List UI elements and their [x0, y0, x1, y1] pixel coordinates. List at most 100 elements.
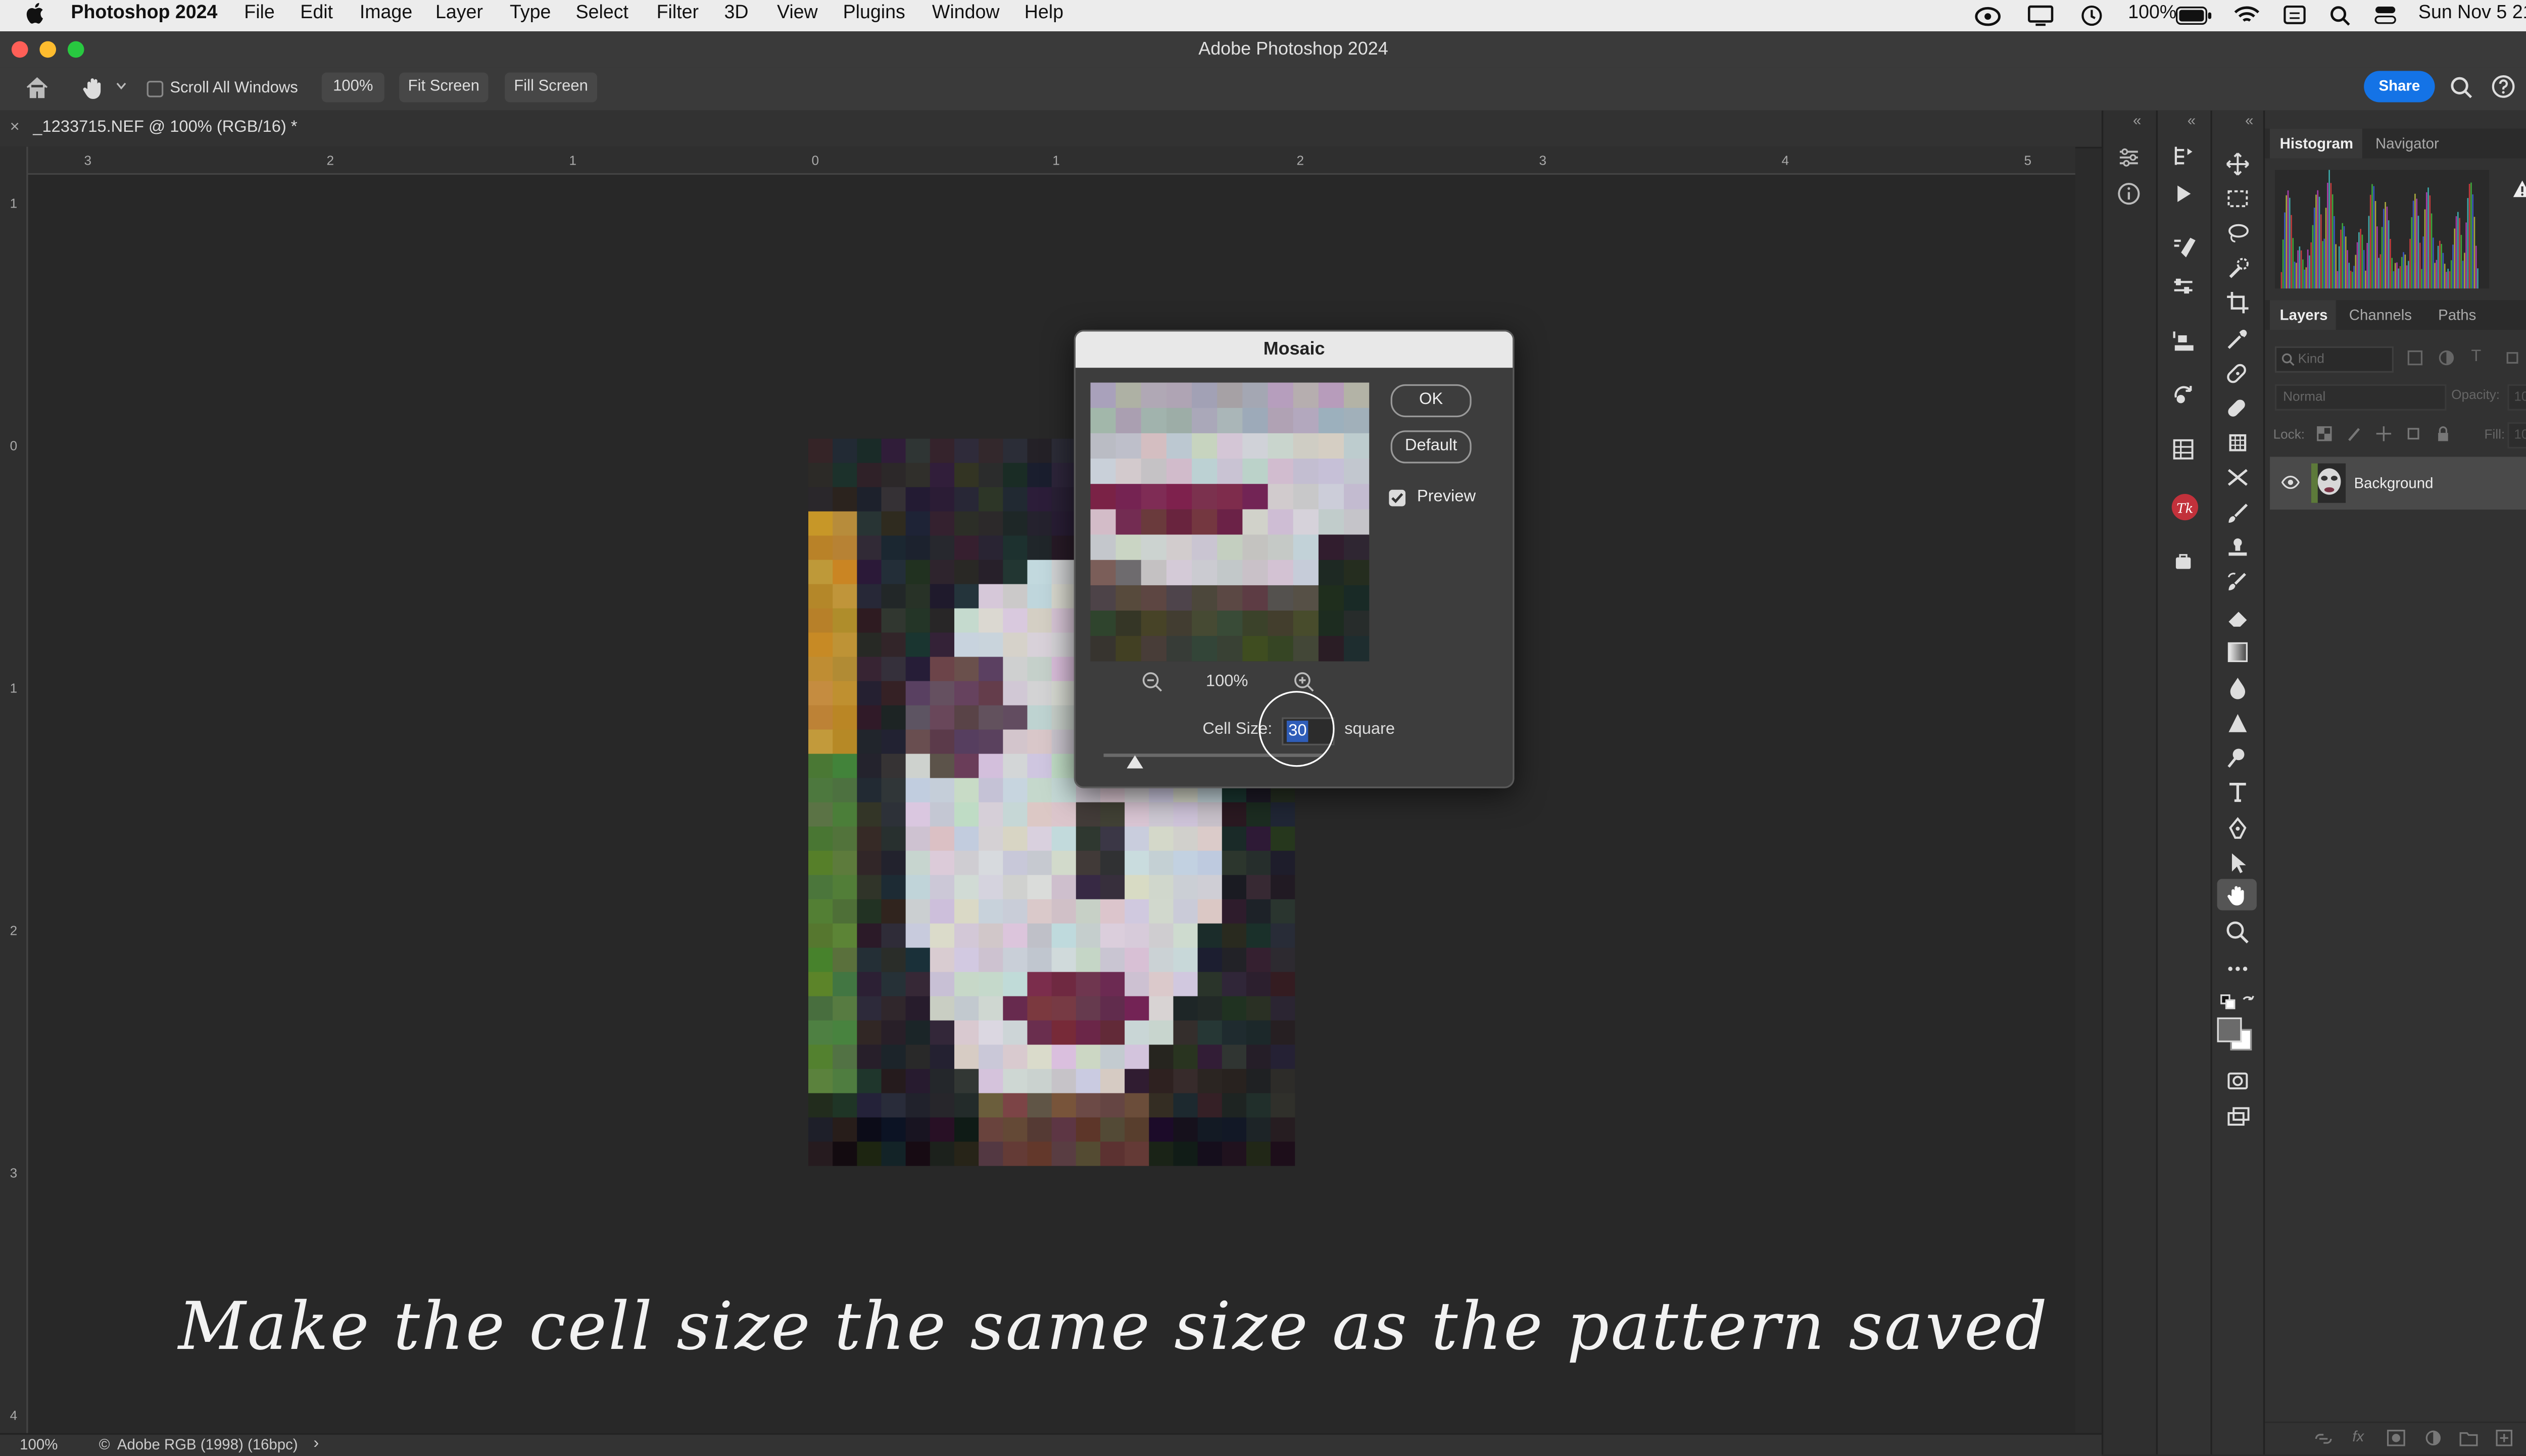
close-document-icon[interactable]: ×	[10, 119, 20, 137]
patch-tool-icon[interactable]	[2225, 430, 2250, 455]
link-layers-icon[interactable]	[2314, 1431, 2333, 1446]
tab-layers[interactable]: Layers	[2280, 307, 2328, 323]
dodge-tool-icon[interactable]	[2225, 745, 2250, 770]
clone-stamp-tool-icon[interactable]	[2225, 536, 2250, 561]
filter-preview[interactable]	[1090, 382, 1370, 662]
eraser-tool-icon[interactable]	[2225, 605, 2250, 630]
plugin-tk-icon[interactable]: Tk	[2171, 493, 2199, 521]
wifi-icon[interactable]	[2233, 5, 2260, 25]
new-adjustment-layer-icon[interactable]	[2425, 1430, 2442, 1446]
marquee-tool-icon[interactable]	[2225, 186, 2250, 211]
info-icon[interactable]	[2116, 181, 2141, 206]
paint-brush-tool-icon[interactable]	[2225, 501, 2250, 526]
collapse-tools-icon[interactable]: «	[2245, 112, 2253, 129]
swap-colors-icon[interactable]	[2242, 994, 2257, 1009]
menu-file[interactable]: File	[244, 4, 275, 23]
crop-tool-icon[interactable]	[2225, 290, 2250, 315]
actions-play-icon[interactable]	[2171, 181, 2196, 206]
menu-edit[interactable]: Edit	[300, 4, 333, 23]
color-profile[interactable]: Adobe RGB (1998) (16bpc)	[117, 1436, 298, 1453]
document-tab[interactable]: _1233715.NEF @ 100% (RGB/16) *	[33, 119, 297, 137]
layer-name[interactable]: Background	[2354, 475, 2434, 491]
default-colors-icon[interactable]	[2220, 994, 2236, 1010]
tab-navigator[interactable]: Navigator	[2375, 135, 2439, 152]
control-center-icon[interactable]	[2374, 5, 2397, 25]
horizontal-ruler[interactable]: 3 2 1 0 1 2 3 4 5	[26, 146, 2075, 175]
eyedropper-tool-icon[interactable]	[2225, 327, 2250, 352]
apple-icon[interactable]	[25, 2, 44, 25]
zoom-tool-icon[interactable]	[2225, 920, 2250, 945]
collapse-panels-icon[interactable]: «	[2188, 112, 2196, 129]
visibility-eye-icon[interactable]	[2281, 475, 2300, 489]
content-aware-move-tool-icon[interactable]	[2225, 465, 2250, 490]
time-machine-icon[interactable]	[2080, 5, 2104, 26]
keyboard-icon[interactable]	[2283, 5, 2306, 25]
help-icon[interactable]	[2491, 74, 2516, 99]
gradient-tool-icon[interactable]	[2225, 640, 2250, 665]
new-group-icon[interactable]	[2459, 1430, 2478, 1446]
cast-icon[interactable]	[2027, 5, 2054, 26]
tab-histogram[interactable]: Histogram	[2280, 135, 2353, 152]
menu-image[interactable]: Image	[360, 4, 412, 23]
app-menu[interactable]: Photoshop 2024	[71, 4, 217, 23]
menu-view[interactable]: View	[777, 4, 818, 23]
lock-transparent-icon[interactable]	[2316, 425, 2333, 442]
table-icon[interactable]	[2171, 437, 2196, 462]
lasso-tool-icon[interactable]	[2225, 221, 2250, 246]
quick-mask-icon[interactable]	[2225, 1069, 2250, 1093]
collapse-panels-icon[interactable]: «	[2133, 112, 2141, 129]
pen-tool-icon[interactable]	[2225, 816, 2250, 841]
type-tool-icon[interactable]	[2225, 780, 2250, 805]
foreground-color-swatch[interactable]	[2217, 1017, 2242, 1042]
chevron-right-icon[interactable]: ›	[313, 1435, 319, 1453]
layer-row-background[interactable]: Background	[2270, 457, 2526, 510]
add-mask-icon[interactable]	[2387, 1430, 2405, 1446]
brush-tool-icon[interactable]	[2225, 396, 2250, 421]
sharpen-tool-icon[interactable]	[2225, 711, 2250, 735]
home-icon[interactable]	[25, 76, 50, 99]
brushes-icon[interactable]	[2171, 236, 2196, 261]
menu-select[interactable]: Select	[576, 4, 628, 23]
menu-filter[interactable]: Filter	[657, 4, 699, 23]
share-button[interactable]: Share	[2364, 71, 2435, 103]
path-selection-tool-icon[interactable]	[2225, 851, 2250, 876]
opacity-input[interactable]: 100%	[2507, 384, 2526, 411]
menu-window[interactable]: Window	[932, 4, 1000, 23]
scroll-all-windows-checkbox[interactable]	[147, 80, 164, 97]
blend-mode-select[interactable]: Normal	[2274, 384, 2447, 411]
new-layer-icon[interactable]	[2496, 1430, 2513, 1446]
filter-shape-icon[interactable]	[2504, 349, 2521, 366]
move-tool-icon[interactable]	[2225, 152, 2250, 176]
menu-layer[interactable]: Layer	[435, 4, 483, 23]
ok-button[interactable]: OK	[1390, 384, 1472, 418]
color-replacement-icon[interactable]	[2171, 383, 2196, 408]
zoom-100-button[interactable]: 100%	[321, 72, 384, 103]
zoom-out-icon[interactable]	[1142, 671, 1163, 692]
cell-size-slider-thumb[interactable]	[1126, 755, 1143, 769]
filter-pixel-icon[interactable]	[2407, 349, 2423, 366]
layer-kind-filter[interactable]: Kind	[2274, 346, 2394, 373]
filter-adjustment-icon[interactable]	[2438, 349, 2455, 366]
fx-icon[interactable]: fx	[2352, 1428, 2364, 1445]
clock[interactable]: Sun Nov 5 21:09	[2418, 4, 2526, 23]
lock-pixels-icon[interactable]	[2346, 425, 2362, 442]
lock-position-icon[interactable]	[2375, 425, 2392, 442]
plugin-bag-icon[interactable]	[2171, 549, 2196, 574]
more-tools-icon[interactable]	[2225, 957, 2250, 981]
lock-all-icon[interactable]	[2435, 425, 2452, 442]
default-button[interactable]: Default	[1390, 430, 1472, 464]
blur-tool-icon[interactable]	[2225, 676, 2250, 701]
menu-help[interactable]: Help	[1025, 4, 1063, 23]
screen-mode-icon[interactable]	[2225, 1105, 2250, 1130]
history-icon[interactable]	[2171, 143, 2196, 168]
adjustments-icon[interactable]	[2171, 274, 2196, 298]
lock-artboard-icon[interactable]	[2405, 425, 2422, 442]
spotlight-search-icon[interactable]	[2329, 5, 2351, 26]
vertical-ruler[interactable]: 1 0 1 2 3 4	[0, 146, 28, 1433]
preview-checkbox[interactable]	[1389, 489, 1406, 507]
filter-type-icon[interactable]: T	[2471, 348, 2481, 366]
spot-healing-tool-icon[interactable]	[2225, 361, 2250, 386]
warning-icon[interactable]	[2512, 180, 2526, 198]
fill-input[interactable]: 100%	[2507, 422, 2526, 449]
properties-icon[interactable]	[2116, 145, 2141, 170]
